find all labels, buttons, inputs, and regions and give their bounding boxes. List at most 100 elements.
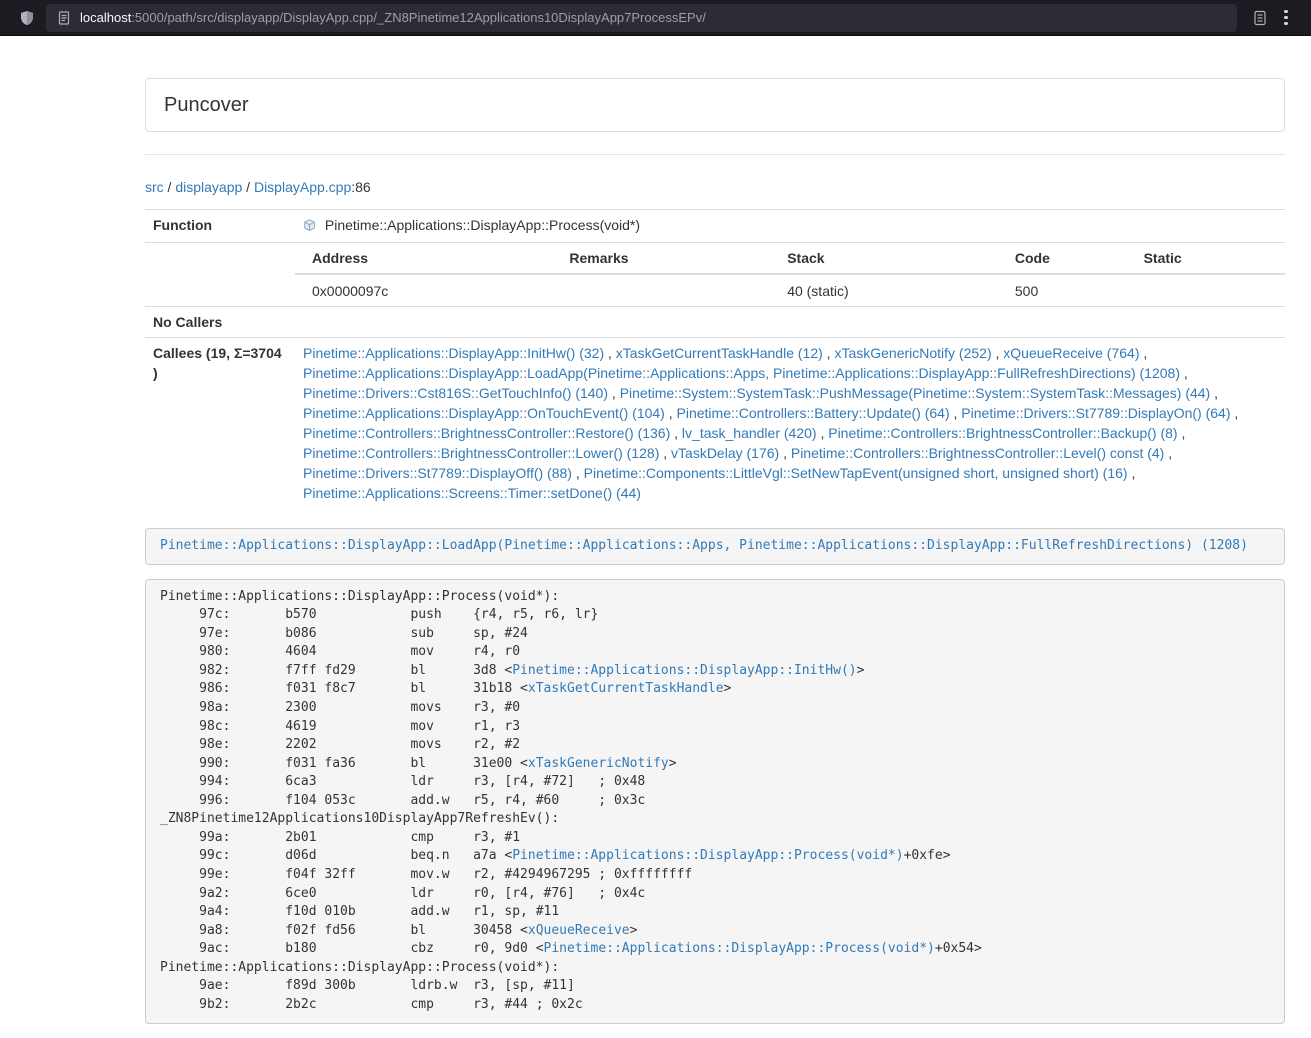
callee-item: Pinetime::Controllers::BrightnessControl…: [828, 425, 1185, 441]
column-header-stack: Stack: [770, 243, 998, 274]
asm-line: _ZN8Pinetime12Applications10DisplayApp7R…: [160, 810, 1270, 829]
divider: [145, 154, 1285, 155]
callee-link[interactable]: Pinetime::System::SystemTask::PushMessag…: [620, 385, 1211, 401]
function-cube-icon: [303, 217, 316, 237]
callee-separator: ,: [823, 345, 835, 361]
asm-text: 97e: b086 sub sp, #24: [160, 626, 528, 641]
asm-symbol-link[interactable]: Pinetime::Applications::DisplayApp::Init…: [512, 663, 856, 678]
callee-item: xTaskGenericNotify (252) ,: [834, 345, 1003, 361]
page-info-icon[interactable]: [56, 10, 72, 26]
asm-symbol-link[interactable]: Pinetime::Applications::DisplayApp::Proc…: [544, 941, 935, 956]
url-host: localhost: [80, 10, 131, 25]
asm-symbol-link[interactable]: Pinetime::Applications::DisplayApp::Proc…: [512, 848, 903, 863]
browser-chrome: localhost:5000/path/src/displayapp/Displ…: [0, 0, 1311, 36]
metrics-table: Address Remarks Stack Code Static 0x0000…: [295, 243, 1285, 306]
breadcrumb-item: displayapp /: [175, 179, 254, 195]
callees-row: Callees (19, Σ=3704 ) Pinetime::Applicat…: [145, 338, 1285, 509]
no-callers-cell: [295, 307, 1285, 338]
disassembly-block: Pinetime::Applications::DisplayApp::Proc…: [145, 579, 1285, 1024]
code-value: 500: [998, 274, 1127, 306]
callee-link[interactable]: Pinetime::Controllers::BrightnessControl…: [791, 445, 1164, 461]
callee-separator: ,: [817, 425, 829, 441]
callee-link[interactable]: Pinetime::Controllers::BrightnessControl…: [828, 425, 1177, 441]
breadcrumb-link[interactable]: displayapp: [175, 179, 242, 195]
callee-separator: ,: [1128, 465, 1136, 481]
asm-text: 9b2: 2b2c cmp r3, #44 ; 0x2c: [160, 997, 583, 1012]
callee-separator: ,: [1178, 425, 1186, 441]
callee-link[interactable]: Pinetime::Applications::DisplayApp::OnTo…: [303, 405, 665, 421]
callee-link[interactable]: Pinetime::Drivers::St7789::DisplayOn() (…: [961, 405, 1230, 421]
tracking-protection-shield-icon[interactable]: [14, 5, 40, 31]
asm-line: 996: f104 053c add.w r5, r4, #60 ; 0x3c: [160, 792, 1270, 811]
asm-text: 99e: f04f 32ff mov.w r2, #4294967295 ; 0…: [160, 867, 692, 882]
column-header-remarks: Remarks: [552, 243, 770, 274]
address-value: 0x0000097c: [295, 274, 552, 306]
callee-link[interactable]: xQueueReceive (764): [1003, 345, 1139, 361]
asm-text: Pinetime::Applications::DisplayApp::Proc…: [160, 960, 559, 975]
url-bar[interactable]: localhost:5000/path/src/displayapp/Displ…: [46, 4, 1237, 32]
breadcrumb-link[interactable]: src: [145, 179, 164, 195]
breadcrumb-item: DisplayApp.cpp: [254, 179, 351, 195]
callee-link[interactable]: Pinetime::Drivers::St7789::DisplayOff() …: [303, 465, 572, 481]
page-title: Puncover: [164, 94, 249, 116]
callees-list: Pinetime::Applications::DisplayApp::Init…: [295, 338, 1285, 509]
asm-line: 9ae: f89d 300b ldrb.w r3, [sp, #11]: [160, 977, 1270, 996]
page-content: Puncover src / displayapp / DisplayApp.c…: [145, 36, 1285, 1024]
remarks-value: [552, 274, 770, 306]
callee-link[interactable]: Pinetime::Drivers::Cst816S::GetTouchInfo…: [303, 385, 608, 401]
asm-text: 98e: 2202 movs r2, #2: [160, 737, 520, 752]
asm-line: 99e: f04f 32ff mov.w r2, #4294967295 ; 0…: [160, 866, 1270, 885]
asm-text: 9ac: b180 cbz r0, 9d0 <: [160, 941, 544, 956]
callee-link[interactable]: Pinetime::Applications::DisplayApp::Load…: [303, 365, 1180, 381]
asm-line: 9ac: b180 cbz r0, 9d0 <Pinetime::Applica…: [160, 940, 1270, 959]
asm-symbol-link[interactable]: xTaskGenericNotify: [528, 756, 669, 771]
callee-separator: ,: [1164, 445, 1172, 461]
callee-item: Pinetime::Drivers::St7789::DisplayOff() …: [303, 465, 584, 481]
breadcrumb-link[interactable]: DisplayApp.cpp: [254, 179, 351, 195]
callee-item: Pinetime::Components::LittleVgl::SetNewT…: [584, 465, 1136, 481]
callee-item: Pinetime::Controllers::Battery::Update()…: [677, 405, 962, 421]
callee-link[interactable]: vTaskDelay (176): [671, 445, 779, 461]
asm-line: 990: f031 fa36 bl 31e00 <xTaskGenericNot…: [160, 755, 1270, 774]
asm-text-after: >: [857, 663, 865, 678]
callee-separator: ,: [1231, 405, 1239, 421]
callee-link[interactable]: Pinetime::Controllers::BrightnessControl…: [303, 445, 659, 461]
callee-link[interactable]: Pinetime::Applications::DisplayApp::Init…: [303, 345, 604, 361]
callee-link[interactable]: lv_task_handler (420): [682, 425, 817, 441]
asm-text: 982: f7ff fd29 bl 3d8 <: [160, 663, 512, 678]
asm-line: Pinetime::Applications::DisplayApp::Proc…: [160, 588, 1270, 607]
callee-item: vTaskDelay (176) ,: [671, 445, 791, 461]
url-text[interactable]: localhost:5000/path/src/displayapp/Displ…: [80, 10, 706, 25]
asm-symbol-link[interactable]: xQueueReceive: [528, 923, 630, 938]
callee-separator: ,: [572, 465, 584, 481]
asm-line: 9b2: 2b2c cmp r3, #44 ; 0x2c: [160, 996, 1270, 1015]
browser-menu-button[interactable]: [1273, 5, 1299, 31]
callee-link[interactable]: xTaskGenericNotify (252): [834, 345, 991, 361]
callee-link[interactable]: Pinetime::Components::LittleVgl::SetNewT…: [584, 465, 1128, 481]
metrics-row: Address Remarks Stack Code Static 0x0000…: [145, 243, 1285, 307]
breadcrumb-separator: /: [164, 179, 176, 195]
asm-line: 986: f031 f8c7 bl 31b18 <xTaskGetCurrent…: [160, 680, 1270, 699]
asm-line: 98a: 2300 movs r3, #0: [160, 699, 1270, 718]
callee-item: Pinetime::Applications::DisplayApp::OnTo…: [303, 405, 677, 421]
callee-link[interactable]: Pinetime::Applications::Screens::Timer::…: [303, 485, 641, 501]
callee-item: Pinetime::Applications::Screens::Timer::…: [303, 485, 641, 501]
asm-line: 982: f7ff fd29 bl 3d8 <Pinetime::Applica…: [160, 662, 1270, 681]
asm-text: 99c: d06d beq.n a7a <: [160, 848, 512, 863]
asm-text-after: +0x54>: [935, 941, 982, 956]
callee-link[interactable]: xTaskGetCurrentTaskHandle (12): [616, 345, 823, 361]
reader-view-button[interactable]: [1247, 5, 1273, 31]
no-callers-row: No Callers: [145, 307, 1285, 338]
url-path: :5000/path/src/displayapp/DisplayApp.cpp…: [131, 10, 706, 25]
asm-text: _ZN8Pinetime12Applications10DisplayApp7R…: [160, 811, 559, 826]
asm-text-after: +0xfe>: [904, 848, 951, 863]
asm-symbol-link[interactable]: xTaskGetCurrentTaskHandle: [528, 681, 724, 696]
callee-link[interactable]: Pinetime::Controllers::Battery::Update()…: [677, 405, 950, 421]
callee-separator: ,: [992, 345, 1004, 361]
callee-item: Pinetime::Applications::DisplayApp::Init…: [303, 345, 616, 361]
callee-link[interactable]: Pinetime::Controllers::BrightnessControl…: [303, 425, 670, 441]
asm-text: 9a8: f02f fd56 bl 30458 <: [160, 923, 528, 938]
callee-separator: ,: [1139, 345, 1147, 361]
highlighted-callee-link[interactable]: Pinetime::Applications::DisplayApp::Load…: [160, 538, 1248, 553]
asm-line: 98e: 2202 movs r2, #2: [160, 736, 1270, 755]
